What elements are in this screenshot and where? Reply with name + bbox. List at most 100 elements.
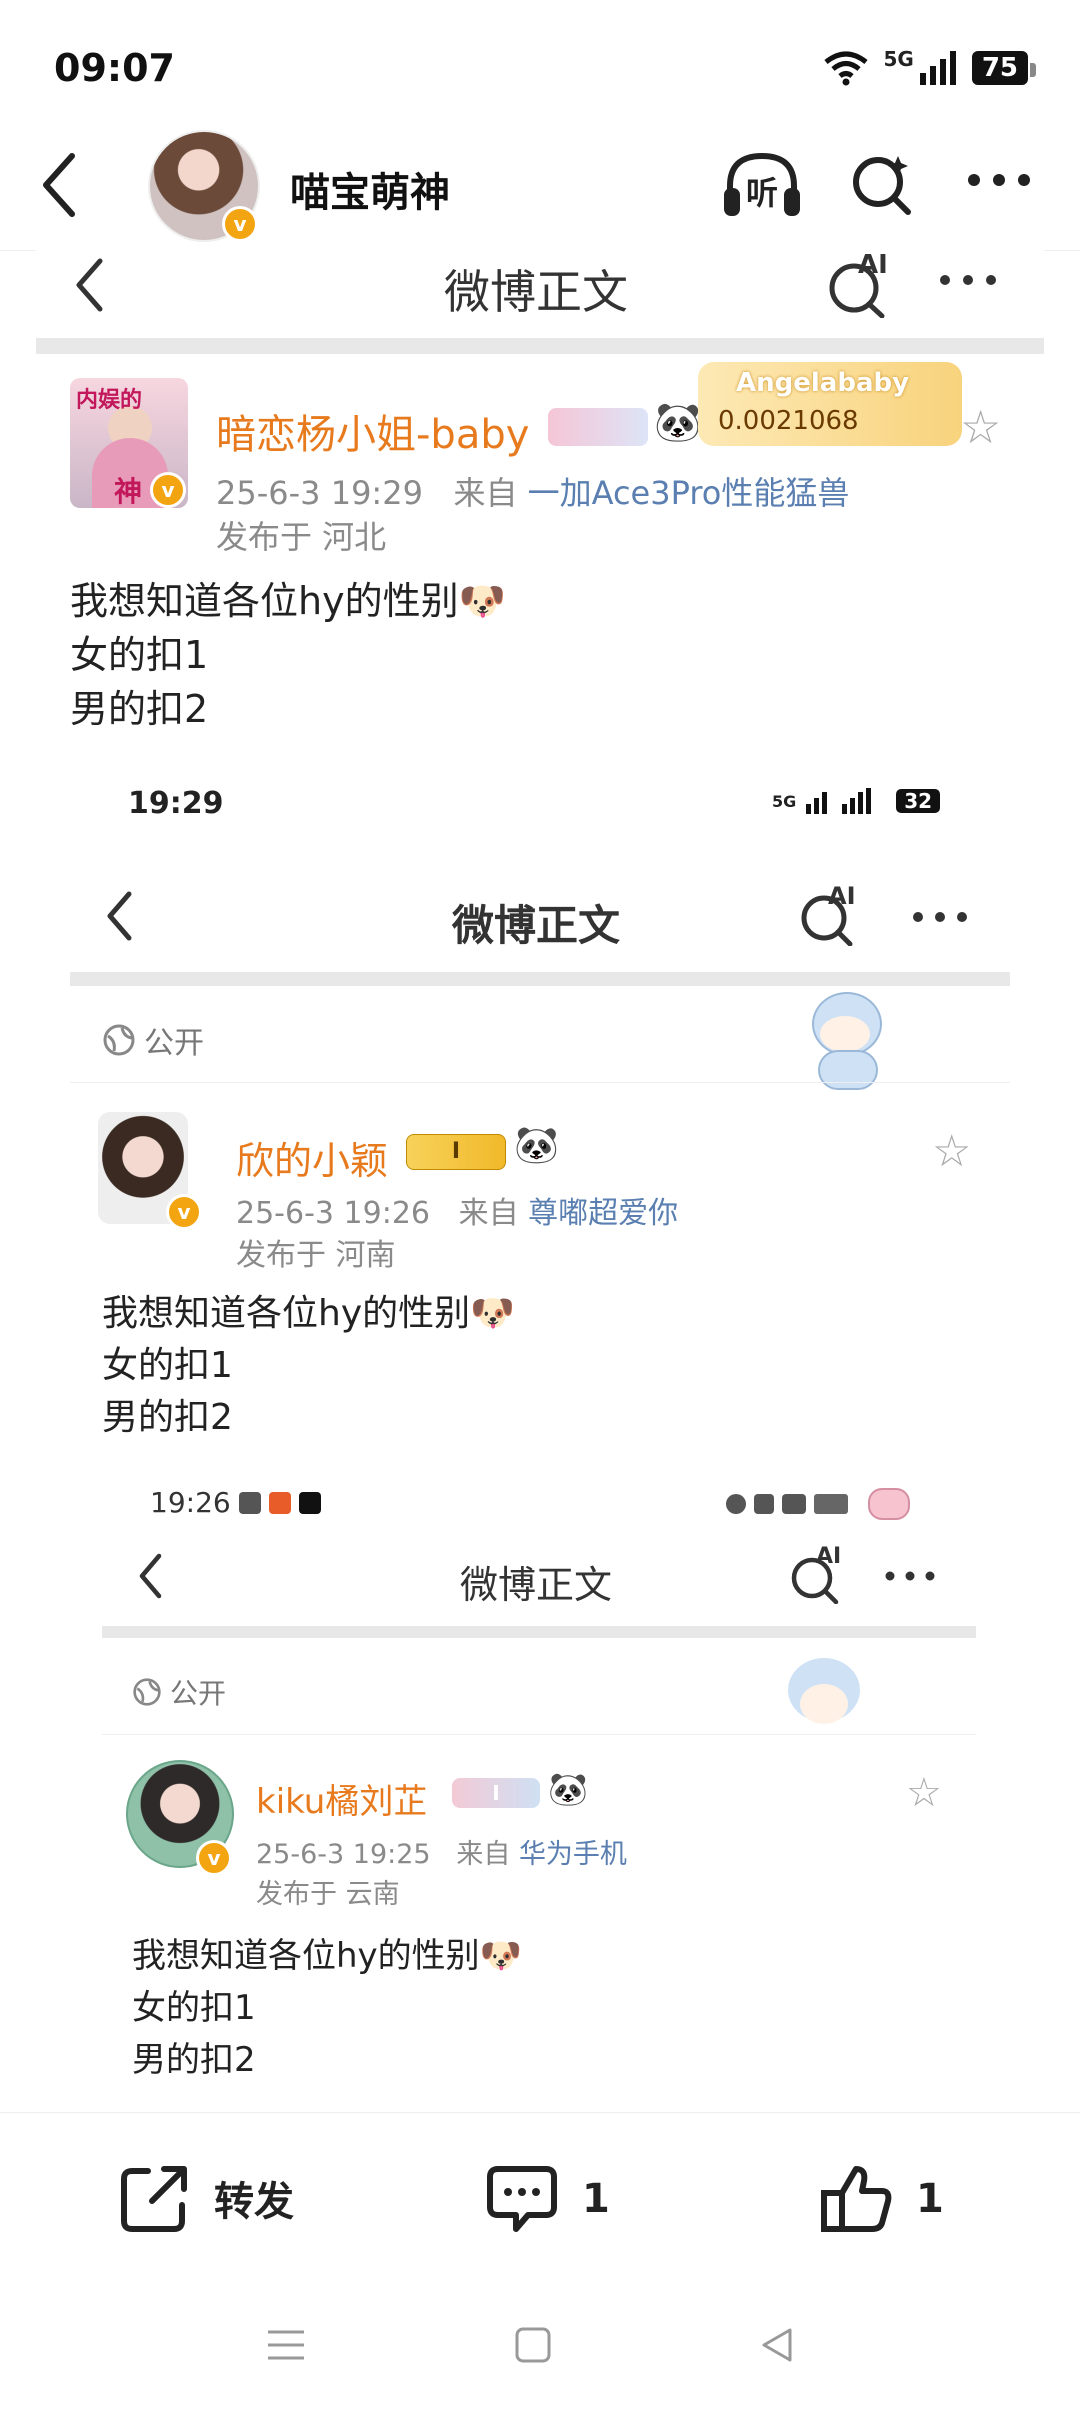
- nested-title: 微博正文: [452, 901, 621, 950]
- chevron-left-icon: [76, 258, 103, 312]
- app-icon: [238, 1491, 261, 1514]
- svg-text:听: 听: [746, 174, 778, 212]
- row-divider: [70, 1082, 1010, 1083]
- back-button[interactable]: [38, 150, 78, 224]
- thumbs-up-icon: [821, 2166, 892, 2232]
- ai-search-icon: AI: [796, 882, 856, 950]
- more-icon: [940, 275, 996, 285]
- back-triangle-icon: [762, 2328, 792, 2362]
- nested2-status: 19:26: [150, 1486, 321, 1519]
- post-author-name: 暗恋杨小姐-baby: [216, 412, 530, 458]
- fan-badge-value: 0.0021068: [718, 406, 859, 436]
- doge-emoji: 🐶: [470, 1293, 515, 1334]
- headphones-icon: 听: [724, 152, 800, 216]
- verified-badge: v: [222, 206, 258, 242]
- nested2-title: 微博正文: [460, 1563, 613, 1607]
- menu-icon: [268, 2330, 304, 2360]
- comment-button[interactable]: 1: [484, 2163, 610, 2235]
- nested-line-1: 我想知道各位hy的性别: [102, 1293, 471, 1334]
- ai-search-button[interactable]: [848, 152, 914, 222]
- alarm-icon: [726, 1494, 746, 1514]
- share-icon: [121, 2166, 187, 2232]
- more-icon: [913, 912, 967, 922]
- doge-emoji: 🐶: [458, 579, 506, 623]
- screenshot-title: 微博正文: [444, 265, 628, 319]
- sticker-icon: [868, 1488, 910, 1520]
- mute-icon: [754, 1494, 774, 1514]
- post-line-1: 我想知道各位hy的性别: [70, 579, 459, 623]
- nested-from-prefix: 来自: [458, 1196, 519, 1231]
- nested-post-text: 我想知道各位hy的性别🐶 女的扣1 男的扣2: [102, 1288, 515, 1444]
- favorite-star-icon: ☆: [932, 1126, 972, 1177]
- nested2-visibility-text: 公开: [170, 1677, 227, 1710]
- comment-count: 1: [582, 2176, 610, 2222]
- visibility-text: 公开: [144, 1026, 204, 1061]
- verified-badge: v: [150, 472, 186, 508]
- repost-button[interactable]: 转发: [118, 2163, 294, 2233]
- post-line-2: 女的扣1: [70, 633, 209, 677]
- nested-author-name: 欣的小颖: [236, 1139, 389, 1183]
- member-badge: [548, 408, 648, 446]
- mascot-sticker: [790, 992, 900, 1090]
- action-bar: 转发 1 1: [0, 2112, 1080, 2279]
- like-button[interactable]: 1: [820, 2163, 944, 2235]
- nested-meta: 25-6-3 19:26 来自 尊嘟超爱你: [236, 1188, 678, 1232]
- nested-status-time: 19:29: [128, 786, 224, 821]
- fan-badge: Angelababy 0.0021068: [698, 362, 962, 446]
- nested2-status-time: 19:26: [150, 1486, 231, 1519]
- post-image[interactable]: 微博正文 AI 内娱的 神 v 暗恋杨小姐-baby 🐼 Angelababy …: [36, 250, 1044, 2080]
- ai-search-icon: [853, 156, 911, 215]
- avatar-text-top: 内娱的: [76, 388, 143, 413]
- back-nav-button[interactable]: [758, 2326, 794, 2368]
- mascot-sticker: [770, 1654, 880, 1726]
- more-button[interactable]: [966, 170, 1032, 194]
- status-time: 09:07: [54, 46, 175, 90]
- fan-badge-label: Angelababy: [736, 368, 910, 398]
- nested-line-2: 女的扣1: [102, 1345, 233, 1386]
- post-from-prefix: 来自: [453, 474, 518, 512]
- nested-source: 尊嘟超爱你: [528, 1196, 679, 1231]
- nested2-line-1: 我想知道各位hy的性别: [132, 1936, 480, 1976]
- ai-label: AI: [858, 250, 888, 280]
- nested2-from-prefix: 来自: [456, 1839, 511, 1870]
- author-name[interactable]: 喵宝萌神: [290, 160, 450, 218]
- post-source: 一加Ace3Pro性能猛兽: [527, 474, 850, 512]
- signal-icon: [806, 788, 872, 814]
- repost-label: 转发: [214, 2179, 294, 2225]
- nested2-status-icons: [726, 1488, 910, 1520]
- nested2-line-2: 女的扣1: [132, 1988, 256, 2028]
- nested2-visibility: 公开: [132, 1672, 226, 1712]
- menu-nav-button[interactable]: [266, 2328, 306, 2366]
- globe-icon: [133, 1678, 161, 1706]
- nested-status-icons: 5G 32: [772, 788, 941, 814]
- signal-icon: [919, 51, 956, 85]
- post-text: 我想知道各位hy的性别🐶 女的扣1 男的扣2: [70, 574, 506, 736]
- row-divider: [102, 1734, 976, 1735]
- more-icon: [885, 1571, 935, 1581]
- post-line-3: 男的扣2: [70, 687, 209, 731]
- panda-icon: 🐼: [514, 1125, 559, 1166]
- avatar-text-bottom: 神: [114, 475, 143, 508]
- section-divider: [102, 1626, 976, 1638]
- ai-search-icon: AI: [824, 250, 888, 322]
- chevron-left-icon: [139, 1553, 162, 1599]
- like-count: 1: [916, 2176, 944, 2222]
- nested2-date: 25-6-3 19:25: [256, 1839, 431, 1870]
- panda-icon: 🐼: [654, 400, 702, 444]
- hd-icon: [782, 1494, 806, 1514]
- listen-button[interactable]: 听: [720, 150, 804, 224]
- section-divider: [70, 972, 1010, 986]
- home-square-icon: [515, 2327, 551, 2363]
- doge-emoji: 🐶: [479, 1936, 523, 1976]
- globe-icon: [103, 1024, 135, 1056]
- favorite-star-icon: ☆: [960, 400, 1002, 454]
- home-nav-button[interactable]: [514, 2326, 552, 2368]
- app-icon: [298, 1491, 321, 1514]
- network-label: 5G: [883, 47, 914, 71]
- nested-ai-label: AI: [828, 882, 856, 910]
- nested-network: 5G: [772, 791, 797, 811]
- nested-battery: 32: [896, 789, 941, 813]
- status-icons: 5G 75: [823, 47, 1037, 86]
- app-icon: [268, 1491, 291, 1514]
- favorite-star-icon: ☆: [906, 1770, 942, 1816]
